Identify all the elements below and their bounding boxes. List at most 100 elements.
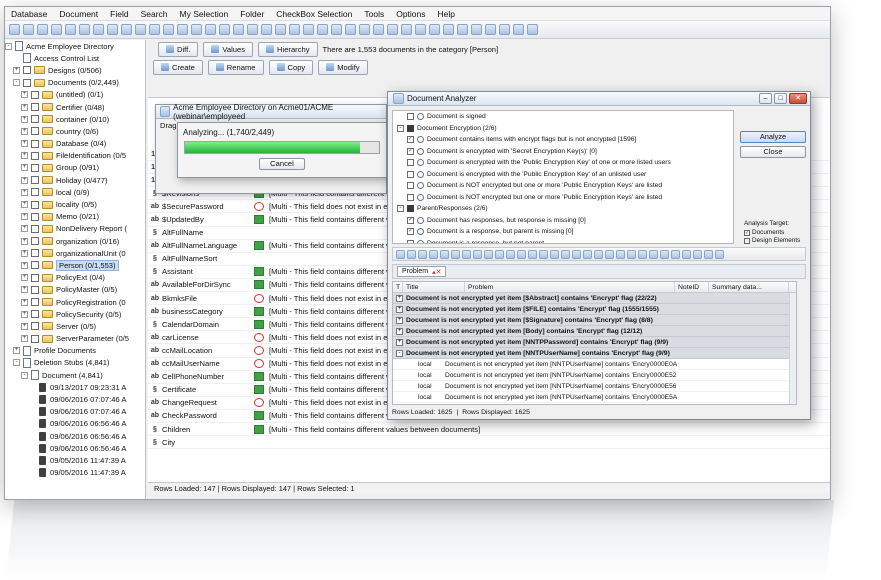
tree-checkbox[interactable] [31, 273, 39, 282]
toolbar-icon[interactable] [345, 24, 356, 35]
tree-item[interactable]: - Document (4,841) [5, 369, 145, 381]
document-analyzer-window[interactable]: Document Analyzer – □ ✕ Document is sign… [387, 91, 811, 420]
tree-checkbox[interactable] [31, 176, 39, 185]
toolbar-icon[interactable] [429, 24, 440, 35]
summary-column-header[interactable]: Summary data... [709, 282, 789, 292]
results-toolbar-icon[interactable] [517, 249, 526, 259]
expand-icon[interactable]: + [21, 310, 28, 318]
check-item[interactable]: ✓ Document is a response, but parent is m… [393, 226, 733, 238]
check-checkbox[interactable]: ✓ [407, 228, 414, 236]
toolbar-icon[interactable] [51, 24, 62, 35]
tree-item[interactable]: + country (0/6) [5, 125, 145, 137]
analysis-checks-tree[interactable]: Document is signed - Document Encryption (… [392, 110, 734, 244]
group-by-problem-chip[interactable]: Problem ▴✕ [397, 266, 447, 277]
expand-icon[interactable]: + [21, 103, 28, 111]
toolbar-icon[interactable] [415, 24, 426, 35]
menu-help[interactable]: Help [438, 9, 455, 19]
tree-checkbox[interactable] [31, 310, 39, 319]
results-toolbar-icon[interactable] [638, 249, 647, 259]
toolbar-icon[interactable] [247, 24, 258, 35]
results-toolbar-icon[interactable] [594, 249, 603, 259]
problem-column-header[interactable]: Problem [465, 282, 675, 292]
expand-icon[interactable]: + [21, 127, 28, 135]
results-toolbar-icon[interactable] [495, 249, 504, 259]
results-toolbar-icon[interactable] [649, 249, 658, 259]
toolbar-icon[interactable] [219, 24, 230, 35]
hierarchy-button[interactable]: Hierarchy [258, 41, 318, 57]
expand-icon[interactable]: + [21, 237, 28, 245]
collapse-icon[interactable]: - [21, 371, 28, 379]
tree-checkbox[interactable] [31, 139, 39, 148]
expand-icon[interactable]: + [396, 338, 403, 346]
rename-button[interactable]: Rename [207, 59, 264, 75]
check-item[interactable]: ✓ Document has responses, but response is… [393, 215, 733, 227]
toolbar-icon[interactable] [79, 24, 90, 35]
result-group-row[interactable]: + Document is not encrypted yet item [NNT… [393, 337, 796, 348]
toolbar-icon[interactable] [527, 24, 538, 35]
tree-item[interactable]: 09/06/2016 07:07:46 A [5, 406, 145, 418]
expand-icon[interactable]: + [21, 225, 28, 233]
tree-item[interactable]: 09/06/2016 07:07:46 A [5, 393, 145, 405]
collapse-icon[interactable]: - [13, 79, 20, 87]
expand-icon[interactable]: + [21, 164, 28, 172]
results-toolbar-icon[interactable] [506, 249, 515, 259]
expand-icon[interactable]: + [21, 286, 28, 294]
copy-button[interactable]: Copy [268, 59, 314, 75]
check-checkbox[interactable] [407, 159, 414, 167]
toolbar-icon[interactable] [331, 24, 342, 35]
results-scrollbar[interactable] [789, 293, 796, 404]
toolbar-icon[interactable] [23, 24, 34, 35]
toolbar-icon[interactable] [457, 24, 468, 35]
result-group-row[interactable]: + Document is not encrypted yet item [$Si… [393, 315, 796, 326]
analyze-button[interactable]: Analyze [740, 131, 806, 143]
tree-item[interactable]: + container (0/10) [5, 113, 145, 125]
toolbar-icon[interactable] [303, 24, 314, 35]
results-toolbar-icon[interactable] [451, 249, 460, 259]
results-toolbar-icon[interactable] [561, 249, 570, 259]
check-item[interactable]: ✓ Document contains items with encrypt fl… [393, 134, 733, 146]
collapse-icon[interactable]: - [396, 349, 403, 357]
results-toolbar-icon[interactable] [572, 249, 581, 259]
tree-item[interactable]: + Designs (0/506) [5, 64, 145, 76]
tree-item[interactable]: + organizationalUnit (0 [5, 247, 145, 259]
toolbar-icon[interactable] [149, 24, 160, 35]
results-toolbar-icon[interactable] [627, 249, 636, 259]
check-group[interactable]: - Document Encryption (2/6) [393, 123, 733, 135]
tree-checkbox[interactable] [23, 78, 31, 87]
tree-item[interactable]: 09/13/2017 09:23:31 A [5, 381, 145, 393]
expand-icon[interactable]: + [396, 316, 403, 324]
menu-folder[interactable]: Folder [240, 9, 264, 19]
close-button[interactable]: Close [740, 146, 806, 158]
check-item[interactable]: Document is a response, but not parent [393, 238, 733, 243]
collapse-icon[interactable]: - [5, 42, 12, 50]
toolbar-icon[interactable] [163, 24, 174, 35]
minimize-icon[interactable]: – [759, 93, 772, 104]
field-row[interactable]: § Children [Multi - This field contains di… [148, 423, 830, 437]
diff-button[interactable]: Diff. [158, 41, 199, 57]
results-toolbar-icon[interactable] [440, 249, 449, 259]
check-item[interactable]: Document is encrypted with the 'Public E… [393, 169, 733, 181]
menu-search[interactable]: Search [141, 9, 168, 19]
toolbar-icon[interactable] [401, 24, 412, 35]
expand-icon[interactable]: + [13, 66, 20, 74]
expand-icon[interactable]: + [21, 115, 28, 123]
toolbar-icon[interactable] [317, 24, 328, 35]
menu-document[interactable]: Document [59, 9, 98, 19]
results-toolbar-icon[interactable] [462, 249, 471, 259]
result-row[interactable]: local Document is not encrypted yet item … [393, 381, 796, 392]
check-checkbox[interactable] [407, 239, 414, 243]
menu-my-selection[interactable]: My Selection [180, 9, 229, 19]
tree-root[interactable]: - Acme Employee Directory [5, 40, 145, 52]
result-group-row[interactable]: - Document is not encrypted yet item [NNT… [393, 348, 796, 359]
toolbar-icon[interactable] [373, 24, 384, 35]
tree-item[interactable]: + Server (0/5) [5, 320, 145, 332]
tree-item[interactable]: + NonDelivery Report ( [5, 223, 145, 235]
toolbar-icon[interactable] [121, 24, 132, 35]
cancel-button[interactable]: Cancel [259, 158, 305, 170]
results-toolbar-icon[interactable] [407, 249, 416, 259]
modify-button[interactable]: Modify [318, 59, 368, 75]
expand-icon[interactable]: + [396, 327, 403, 335]
expand-icon[interactable]: + [21, 274, 28, 282]
toolbar-icon[interactable] [513, 24, 524, 35]
menu-field[interactable]: Field [110, 9, 128, 19]
